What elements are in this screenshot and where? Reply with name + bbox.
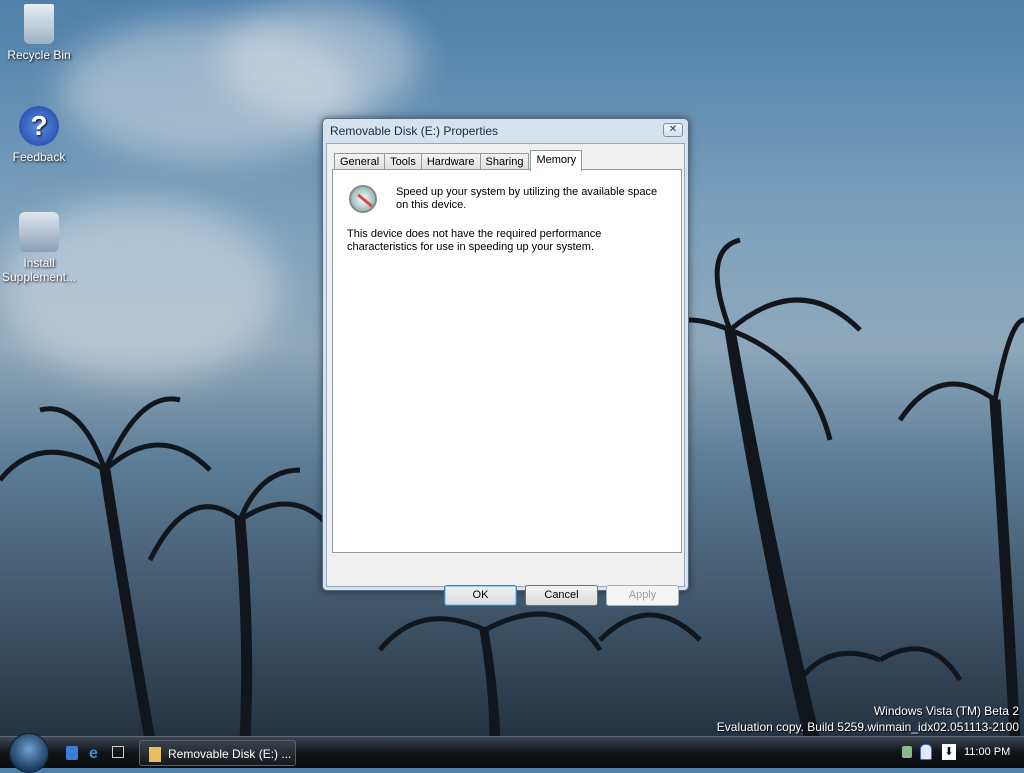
apply-button[interactable]: Apply — [606, 585, 679, 606]
recycle-bin-icon — [24, 4, 54, 44]
internet-explorer-icon[interactable]: e — [89, 745, 98, 763]
network-icon[interactable] — [902, 746, 912, 758]
desktop-icon-label: Install Supplement... — [1, 256, 77, 284]
watermark-line: Windows Vista (TM) Beta 2 — [873, 704, 1019, 718]
folder-icon — [149, 747, 161, 762]
properties-dialog: Removable Disk (E:) Properties ✕ General… — [322, 118, 689, 606]
taskbar-button-label: Removable Disk (E:) ... — [168, 747, 292, 761]
memory-panel: Speed up your system by utilizing the av… — [332, 169, 682, 553]
desktop-icon-label: Recycle Bin — [7, 48, 71, 62]
close-button[interactable]: ✕ — [663, 123, 683, 137]
install-icon — [19, 212, 59, 252]
switch-windows-icon[interactable] — [112, 746, 124, 758]
taskbar: e Removable Disk (E:) ... ⬇ 11:00 PM — [0, 733, 1024, 773]
desktop-icon-install-supplement[interactable]: Install Supplement... — [0, 212, 78, 284]
desktop-icon-recycle-bin[interactable]: Recycle Bin — [0, 4, 78, 62]
safely-remove-hardware-icon[interactable]: ⬇ — [942, 744, 956, 760]
watermark-line: Evaluation copy. Build 5259.winmain_idx0… — [716, 720, 1019, 734]
clock[interactable]: 11:00 PM — [964, 746, 1010, 758]
show-desktop-icon[interactable] — [66, 746, 78, 760]
message-text: This device does not have the required p… — [347, 228, 602, 253]
desktop-icon-label: Feedback — [12, 150, 66, 164]
performance-gauge-icon — [349, 185, 377, 213]
cancel-button[interactable]: Cancel — [525, 585, 598, 606]
tab-memory[interactable]: Memory — [530, 150, 583, 171]
help-icon: ? — [19, 106, 59, 146]
dialog-title: Removable Disk (E:) Properties — [330, 124, 499, 138]
build-watermark: Windows Vista (TM) Beta 2 Evaluation cop… — [717, 704, 1019, 734]
desktop-icon-feedback[interactable]: ? Feedback — [0, 106, 78, 164]
tab-strip: General Tools Hardware Sharing Memory — [334, 150, 583, 171]
taskbar-button-removable-disk[interactable]: Removable Disk (E:) ... — [139, 740, 296, 766]
start-button[interactable] — [9, 733, 49, 773]
security-lock-icon[interactable] — [920, 744, 932, 760]
ok-button[interactable]: OK — [444, 585, 517, 606]
intro-text: Speed up your system by utilizing the av… — [396, 186, 658, 211]
